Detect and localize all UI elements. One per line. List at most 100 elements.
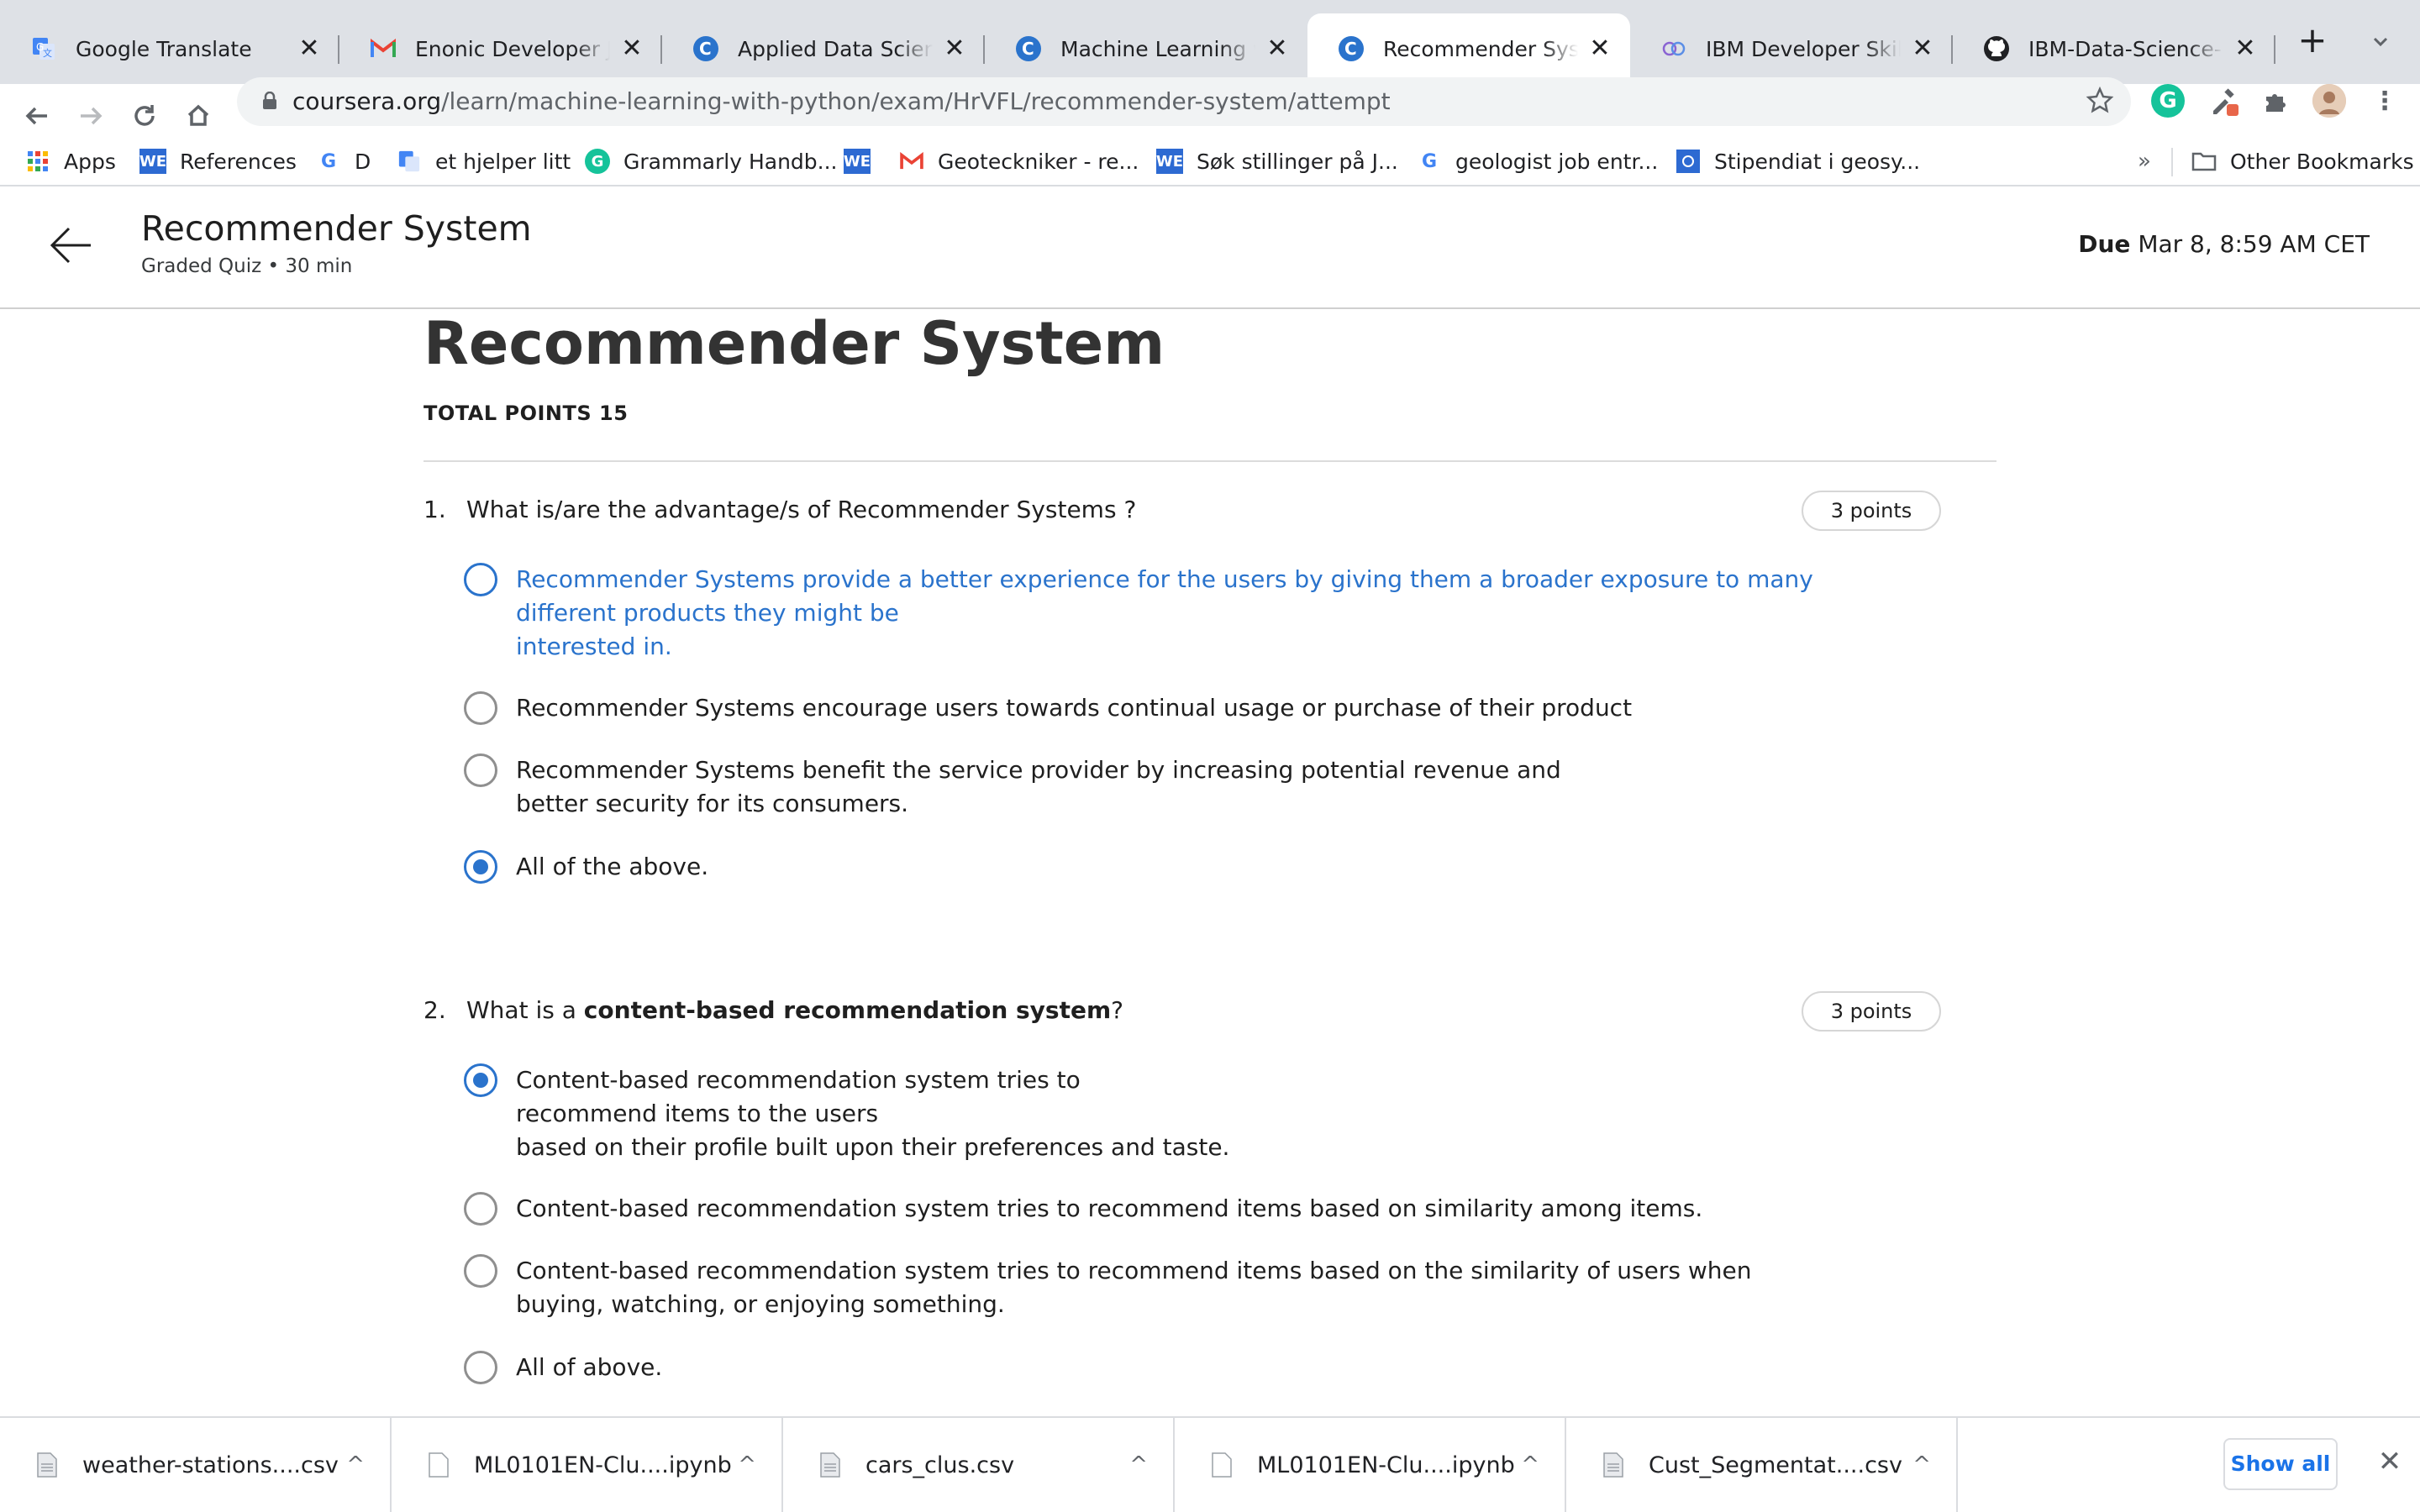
tab-google-translate[interactable]: G文 Google Translate ✕ [0, 13, 339, 84]
option-text[interactable]: Recommender Systems benefit the service … [516, 753, 1561, 821]
bookmark-we[interactable]: WE [844, 144, 884, 178]
browser-menu-icon[interactable]: ⋮ [2368, 84, 2402, 118]
chevron-up-icon[interactable]: ^ [1129, 1452, 1148, 1478]
radio-button[interactable] [464, 753, 497, 787]
bookmarks-bar: Apps WE References G D et hjelper litt G… [0, 138, 2420, 186]
show-all-button[interactable]: Show all [2223, 1438, 2338, 1490]
tab-ibm-skills[interactable]: IBM Developer Skills Network ✕ [1630, 13, 1953, 84]
tab-title: IBM-Data-Science-Professional [2028, 36, 2223, 61]
tab-title: IBM Developer Skills Network [1706, 36, 1901, 61]
option-line: All of above. [516, 1353, 663, 1381]
close-icon[interactable]: ✕ [2375, 1446, 2405, 1477]
question-text-part: What is a [466, 996, 584, 1024]
close-icon[interactable]: ✕ [296, 35, 323, 62]
bookmark-sok-stillinger[interactable]: WE Søk stillinger på J... [1156, 144, 1398, 178]
bookmark-et-hjelper-litt[interactable]: et hjelper litt [397, 144, 571, 178]
radio-button[interactable] [464, 1254, 497, 1288]
profile-avatar[interactable] [2312, 84, 2346, 118]
tab-recommender-system[interactable]: C Recommender System ✕ [1307, 13, 1630, 84]
bookmark-star-icon[interactable] [2086, 86, 2114, 122]
tab-github[interactable]: IBM-Data-Science-Professional ✕ [1953, 13, 2275, 84]
bookmark-label: geologist job entr... [1455, 149, 1659, 174]
radio-button[interactable] [464, 563, 497, 596]
question-text: What is a content-based recommendation s… [466, 996, 1123, 1024]
we-icon: WE [844, 149, 871, 174]
question-text-part: ? [1111, 996, 1124, 1024]
tab-machine-learning[interactable]: C Machine Learning with Python ✕ [985, 13, 1307, 84]
google-translate-icon [397, 149, 422, 174]
we-icon: WE [139, 149, 166, 174]
tab-title: Enonic Developer Juice [415, 36, 610, 61]
option-text[interactable]: Content-based recommendation system trie… [516, 1254, 1751, 1321]
extension-pen-icon[interactable] [2207, 84, 2240, 118]
bookmark-geoteckniker[interactable]: Geoteckniker - re... [899, 144, 1139, 178]
option-text[interactable]: Content-based recommendation system trie… [516, 1063, 1229, 1164]
chevron-up-icon[interactable]: ^ [1521, 1452, 1539, 1478]
grammarly-icon[interactable]: G [2151, 84, 2185, 118]
csv-file-icon [1603, 1452, 1623, 1478]
bookmark-other-bookmarks[interactable]: Other Bookmarks [2191, 144, 2414, 178]
tab-separator [2274, 35, 2275, 64]
download-item[interactable]: weather-stations....csv ^ [0, 1418, 392, 1512]
close-icon[interactable]: ✕ [1586, 35, 1613, 62]
radio-button[interactable] [464, 691, 497, 725]
option-text[interactable]: Recommender Systems provide a better exp… [516, 563, 1813, 664]
option-text[interactable]: All of above. [516, 1351, 662, 1384]
forward-icon[interactable] [72, 97, 109, 134]
download-item[interactable]: ML0101EN-Clu....ipynb ^ [1175, 1418, 1566, 1512]
download-filename: cars_clus.csv [865, 1452, 1015, 1478]
divider [424, 460, 1996, 462]
bookmark-geologist-job[interactable]: G geologist job entr... [1417, 144, 1658, 178]
we-icon: WE [1156, 149, 1183, 174]
tab-applied-data-science[interactable]: C Applied Data Science Capstone ✕ [662, 13, 985, 84]
option-text[interactable]: Recommender Systems encourage users towa… [516, 691, 1632, 725]
due-value: Mar 8, 8:59 AM CET [2138, 230, 2370, 258]
download-item[interactable]: cars_clus.csv ^ [783, 1418, 1175, 1512]
bookmark-stipendiat[interactable]: Stipendiat i geosy... [1676, 144, 1920, 178]
question-number: 1. [424, 496, 446, 523]
blue-square-icon [1676, 149, 1701, 174]
tab-enonic[interactable]: Enonic Developer Juice ✕ [339, 13, 662, 84]
bookmarks-overflow-icon[interactable]: » [2138, 144, 2151, 178]
option-line: interested in. [516, 633, 672, 660]
address-bar[interactable]: coursera.org/learn/machine-learning-with… [237, 77, 2131, 126]
bookmark-grammarly[interactable]: G Grammarly Handb... [585, 144, 838, 178]
bookmark-label: Søk stillinger på J... [1197, 149, 1398, 174]
back-arrow-icon[interactable] [47, 222, 94, 269]
option-text[interactable]: All of the above. [516, 850, 708, 884]
chevron-up-icon[interactable]: ^ [1912, 1452, 1931, 1478]
close-icon[interactable]: ✕ [1909, 35, 1936, 62]
option-line: Recommender Systems provide a better exp… [516, 565, 1813, 593]
download-filename: ML0101EN-Clu....ipynb [474, 1452, 732, 1478]
lock-icon[interactable] [262, 91, 277, 110]
google-icon: G [1421, 150, 1438, 172]
option-text[interactable]: Content-based recommendation system trie… [516, 1192, 1702, 1226]
bookmark-label: Other Bookmarks [2230, 149, 2414, 174]
bookmark-references[interactable]: WE References [139, 144, 297, 178]
close-icon[interactable]: ✕ [618, 35, 645, 62]
home-icon[interactable] [180, 97, 217, 134]
bookmark-apps[interactable]: Apps [25, 144, 116, 178]
download-item[interactable]: ML0101EN-Clu....ipynb ^ [392, 1418, 783, 1512]
question-text-bold: content-based recommendation system [583, 996, 1112, 1024]
points-badge: 3 points [1802, 491, 1941, 531]
close-icon[interactable]: ✕ [941, 35, 968, 62]
tab-search-icon[interactable] [2361, 25, 2400, 59]
new-tab-button[interactable]: + [2294, 22, 2331, 59]
close-icon[interactable]: ✕ [1264, 35, 1291, 62]
bookmark-d[interactable]: G D [316, 144, 371, 178]
chevron-up-icon[interactable]: ^ [738, 1452, 756, 1478]
radio-button[interactable] [464, 1351, 497, 1384]
download-item[interactable]: Cust_Segmentat....csv ^ [1566, 1418, 1958, 1512]
chevron-up-icon[interactable]: ^ [346, 1452, 365, 1478]
download-filename: Cust_Segmentat....csv [1649, 1452, 1902, 1478]
reload-icon[interactable] [126, 97, 163, 134]
back-icon[interactable] [18, 97, 55, 134]
option-line: recommend items to the users [516, 1100, 879, 1127]
radio-button[interactable] [464, 850, 497, 884]
close-icon[interactable]: ✕ [2232, 35, 2259, 62]
bookmarks-divider [2171, 148, 2173, 176]
radio-button[interactable] [464, 1063, 497, 1097]
radio-button[interactable] [464, 1192, 497, 1226]
extensions-puzzle-icon[interactable] [2259, 84, 2292, 118]
